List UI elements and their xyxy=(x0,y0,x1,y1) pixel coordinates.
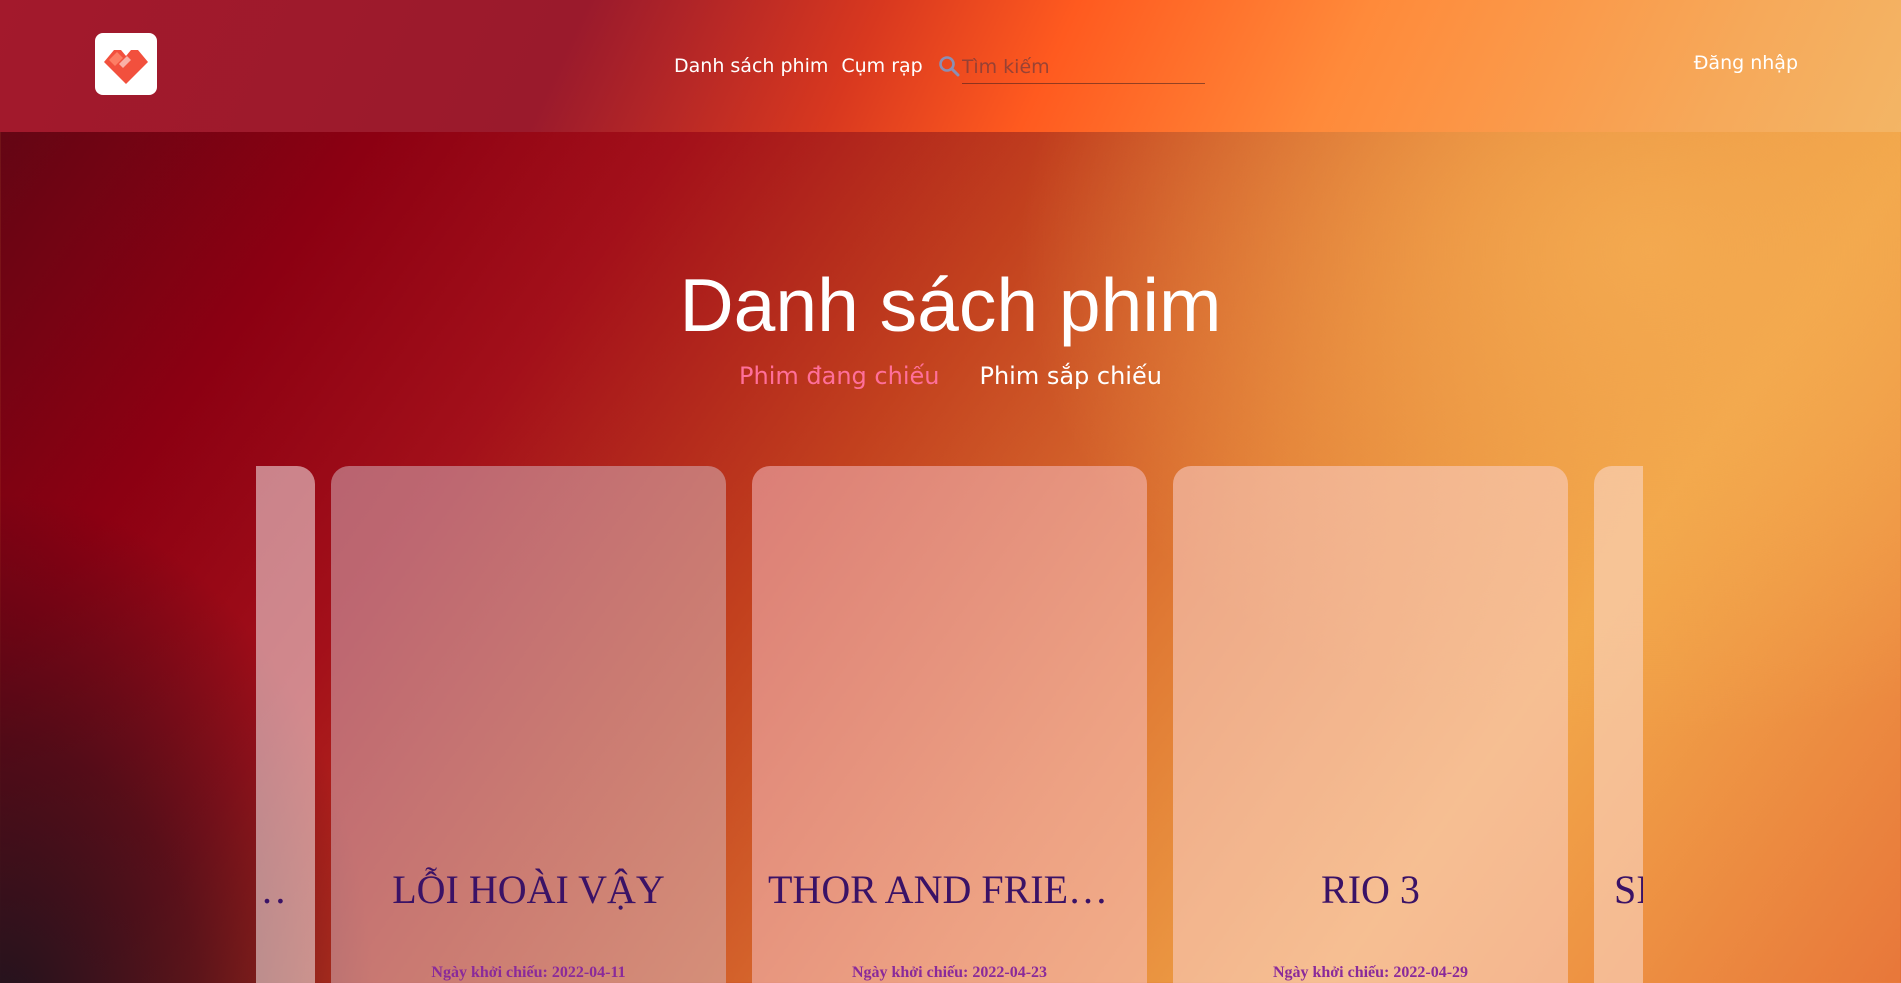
release-date-label: Ngày khởi chiếu: xyxy=(431,964,548,981)
release-date: Ngày khởi chiếu: 2022-04-23 xyxy=(752,964,1147,982)
movie-card[interactable]: SI xyxy=(1594,466,1643,983)
release-date-value: 2022-04-29 xyxy=(1393,964,1469,981)
logo[interactable] xyxy=(95,33,157,95)
movie-title: THOR AND FRIENDS xyxy=(768,867,1147,912)
release-date: Ngày khởi chiếu: 2022-04-29 xyxy=(1173,964,1568,982)
search-input[interactable] xyxy=(961,48,1205,84)
movie-title: RIO 3 xyxy=(1321,867,1420,912)
heart-logo-icon xyxy=(104,50,148,84)
release-date-label: Ngày khởi chiếu: xyxy=(1272,964,1390,981)
login-link[interactable]: Đăng nhập xyxy=(1694,52,1798,74)
movie-title: SI xyxy=(1614,867,1643,912)
top-header: Danh sách phim Cụm rạp Đăng nhập xyxy=(0,0,1901,132)
nav-cinemas[interactable]: Cụm rạp xyxy=(841,55,922,77)
tab-now-showing[interactable]: Phim đang chiếu xyxy=(739,362,939,390)
search-bar xyxy=(936,48,1205,84)
movie-card[interactable]: … xyxy=(256,466,315,983)
main-nav: Danh sách phim Cụm rạp xyxy=(674,48,1205,84)
movie-title: LỖI HOÀI VẬY xyxy=(392,867,665,912)
release-date-value: 2022-04-11 xyxy=(551,964,626,981)
release-date-label: Ngày khởi chiếu: xyxy=(851,964,969,981)
movie-carousel[interactable]: … LỖI HOÀI VẬY Ngày khởi chiếu:2022-04-1… xyxy=(256,466,1643,983)
movie-card[interactable]: LỖI HOÀI VẬY Ngày khởi chiếu: 2022-04-11 xyxy=(331,466,726,983)
movie-card[interactable]: THOR AND FRIENDS Ngày khởi chiếu: 2022-04… xyxy=(752,466,1147,983)
tab-coming-soon[interactable]: Phim sắp chiếu xyxy=(979,362,1161,390)
nav-movie-list[interactable]: Danh sách phim xyxy=(674,55,828,77)
release-date-value: 2022-04-23 xyxy=(972,964,1048,981)
movie-card[interactable]: RIO 3 Ngày khởi chiếu: 2022-04-29 xyxy=(1173,466,1568,983)
page-title: Danh sách phim xyxy=(679,263,1222,347)
movie-tabs: Phim đang chiếu Phim sắp chiếu xyxy=(0,362,1901,390)
movie-title: … xyxy=(256,866,315,913)
search-icon[interactable] xyxy=(936,53,962,79)
release-date: Ngày khởi chiếu: 2022-04-11 xyxy=(331,964,726,982)
